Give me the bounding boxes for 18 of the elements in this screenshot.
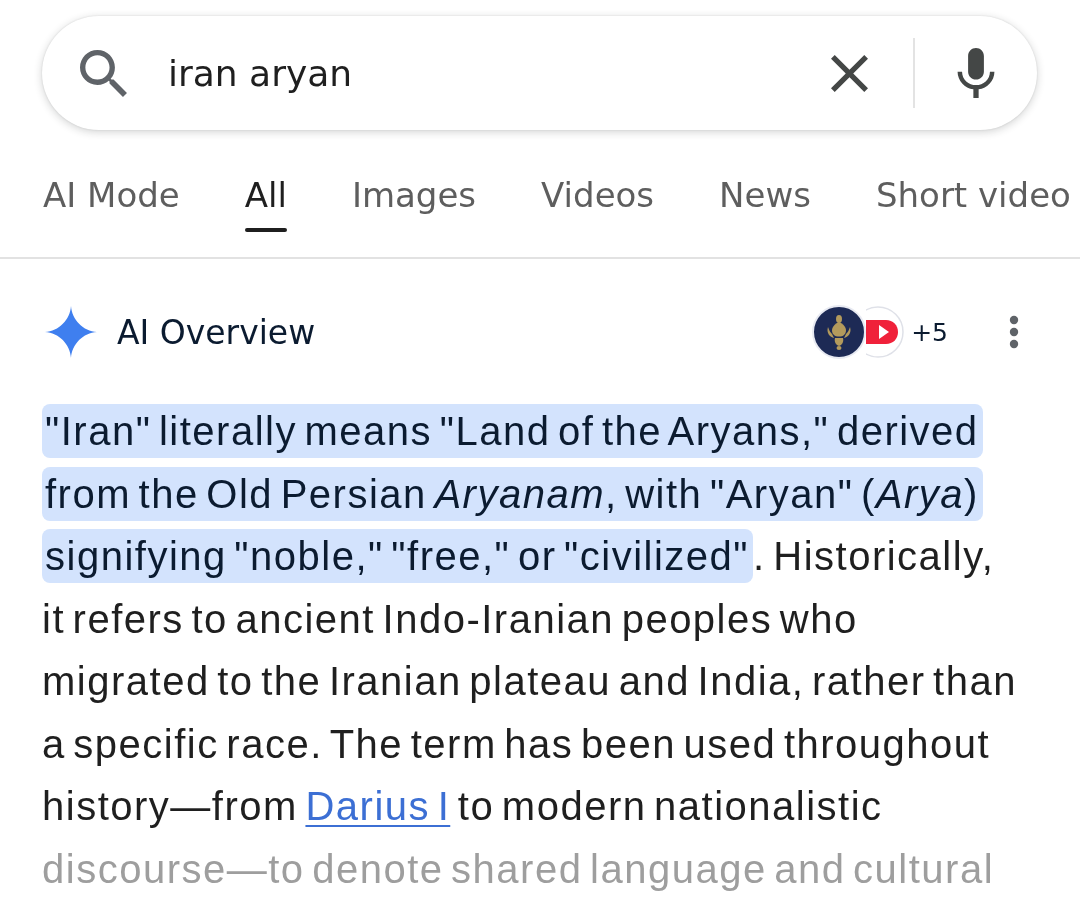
overview-title: AI Overview (117, 312, 316, 352)
close-icon[interactable] (831, 54, 868, 92)
emblem-icon[interactable] (812, 305, 867, 359)
search-tab[interactable]: News (719, 158, 811, 232)
darius-link[interactable]: Darius I (305, 784, 451, 828)
mic-icon[interactable] (957, 48, 995, 98)
search-input[interactable]: iran aryan (168, 47, 831, 99)
search-tab[interactable]: AI Mode (43, 158, 180, 232)
sparkle-icon (45, 306, 97, 358)
more-icon[interactable] (1009, 315, 1019, 349)
search-tab[interactable]: Short video (875, 158, 1071, 232)
search-tab[interactable]: Images (351, 158, 477, 232)
search-icon (80, 49, 127, 97)
play-button-icon[interactable] (866, 306, 905, 358)
overview-text: "Iran" literally means "Land of the Aryans," derived from the Old Persian Aryanam, with "Aryan" (Arya) signifying "noble," "free," or "civilized". Historically, it refers to ancient Indo-Iranian peoples who migrated to the Iranian plateau and India, rather than a specific race. The term has been used throughout history—from Darius I to modern nationalistic discourse—to denote shared language and cultural (42, 400, 1018, 900)
source-count[interactable]: +5 (911, 317, 948, 347)
search-tab[interactable]: All (244, 158, 287, 232)
search-tab[interactable]: Videos (541, 158, 655, 232)
